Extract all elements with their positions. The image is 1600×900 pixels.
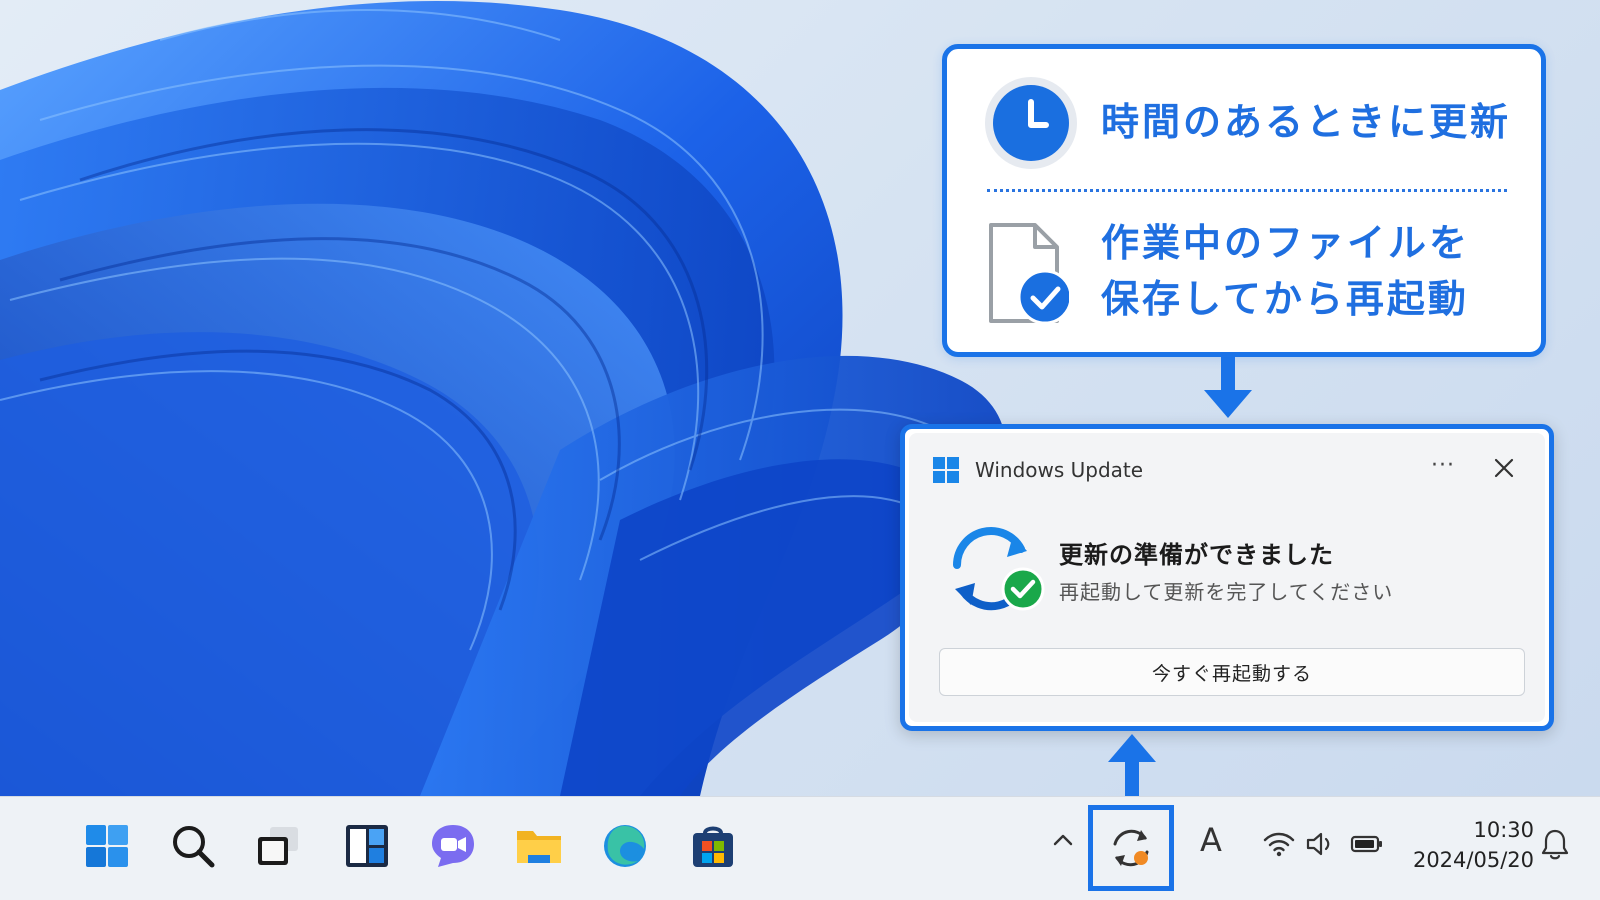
arrow-up-icon	[1108, 734, 1156, 802]
task-view-icon[interactable]	[254, 821, 304, 871]
volume-icon[interactable]	[1304, 829, 1338, 859]
clock-date: 2024/05/20	[1412, 848, 1534, 872]
windows-logo-icon	[933, 457, 959, 483]
widgets-icon[interactable]	[342, 821, 392, 871]
notification-body: 再起動して更新を完了してください	[1059, 580, 1394, 604]
restart-now-button[interactable]: 今すぐ再起動する	[939, 648, 1525, 696]
file-check-icon	[989, 223, 1069, 325]
search-icon[interactable]	[168, 821, 218, 871]
battery-icon[interactable]	[1350, 829, 1384, 859]
notification-app-name: Windows Update	[975, 458, 1144, 482]
ime-indicator[interactable]: A	[1200, 821, 1222, 859]
tip-save-line1: 作業中のファイルを	[1101, 221, 1471, 265]
clock-time: 10:30	[1473, 818, 1534, 842]
teams-chat-icon[interactable]	[428, 821, 478, 871]
update-notification-frame: Windows Update ··· 更新の準備ができました 再起動して更新を完…	[900, 424, 1554, 731]
callout-divider	[987, 189, 1507, 192]
tips-callout: 時間のあるときに更新 作業中のファイルを 保存してから再起動	[942, 44, 1546, 357]
clock-icon	[985, 77, 1077, 169]
start-icon[interactable]	[82, 821, 132, 871]
update-check-icon	[953, 527, 1045, 611]
edge-icon[interactable]	[600, 821, 650, 871]
update-pending-icon[interactable]	[1107, 824, 1155, 872]
close-icon[interactable]	[1491, 455, 1517, 481]
store-icon[interactable]	[688, 821, 738, 871]
taskbar: A 10:30 2024/05/20	[0, 796, 1600, 900]
notification-title: 更新の準備ができました	[1059, 541, 1334, 569]
wifi-icon[interactable]	[1262, 829, 1296, 859]
tip-save-then-restart: 作業中のファイルを 保存してから再起動	[1101, 215, 1470, 327]
tip-update-when-free: 時間のあるときに更新	[1101, 100, 1512, 144]
tip-save-line2: 保存してから再起動	[1101, 277, 1469, 321]
more-icon[interactable]: ···	[1431, 453, 1455, 478]
tray-update-highlight[interactable]	[1088, 805, 1174, 891]
notification-header: Windows Update ···	[933, 453, 1525, 487]
chevron-up-icon[interactable]	[1050, 827, 1076, 853]
bell-icon[interactable]	[1540, 827, 1570, 861]
file-explorer-icon[interactable]	[514, 821, 564, 871]
update-notification[interactable]: Windows Update ··· 更新の準備ができました 再起動して更新を完…	[909, 433, 1545, 722]
taskbar-clock[interactable]: 10:30 2024/05/20	[1404, 815, 1534, 875]
arrow-down-icon	[1204, 356, 1252, 418]
